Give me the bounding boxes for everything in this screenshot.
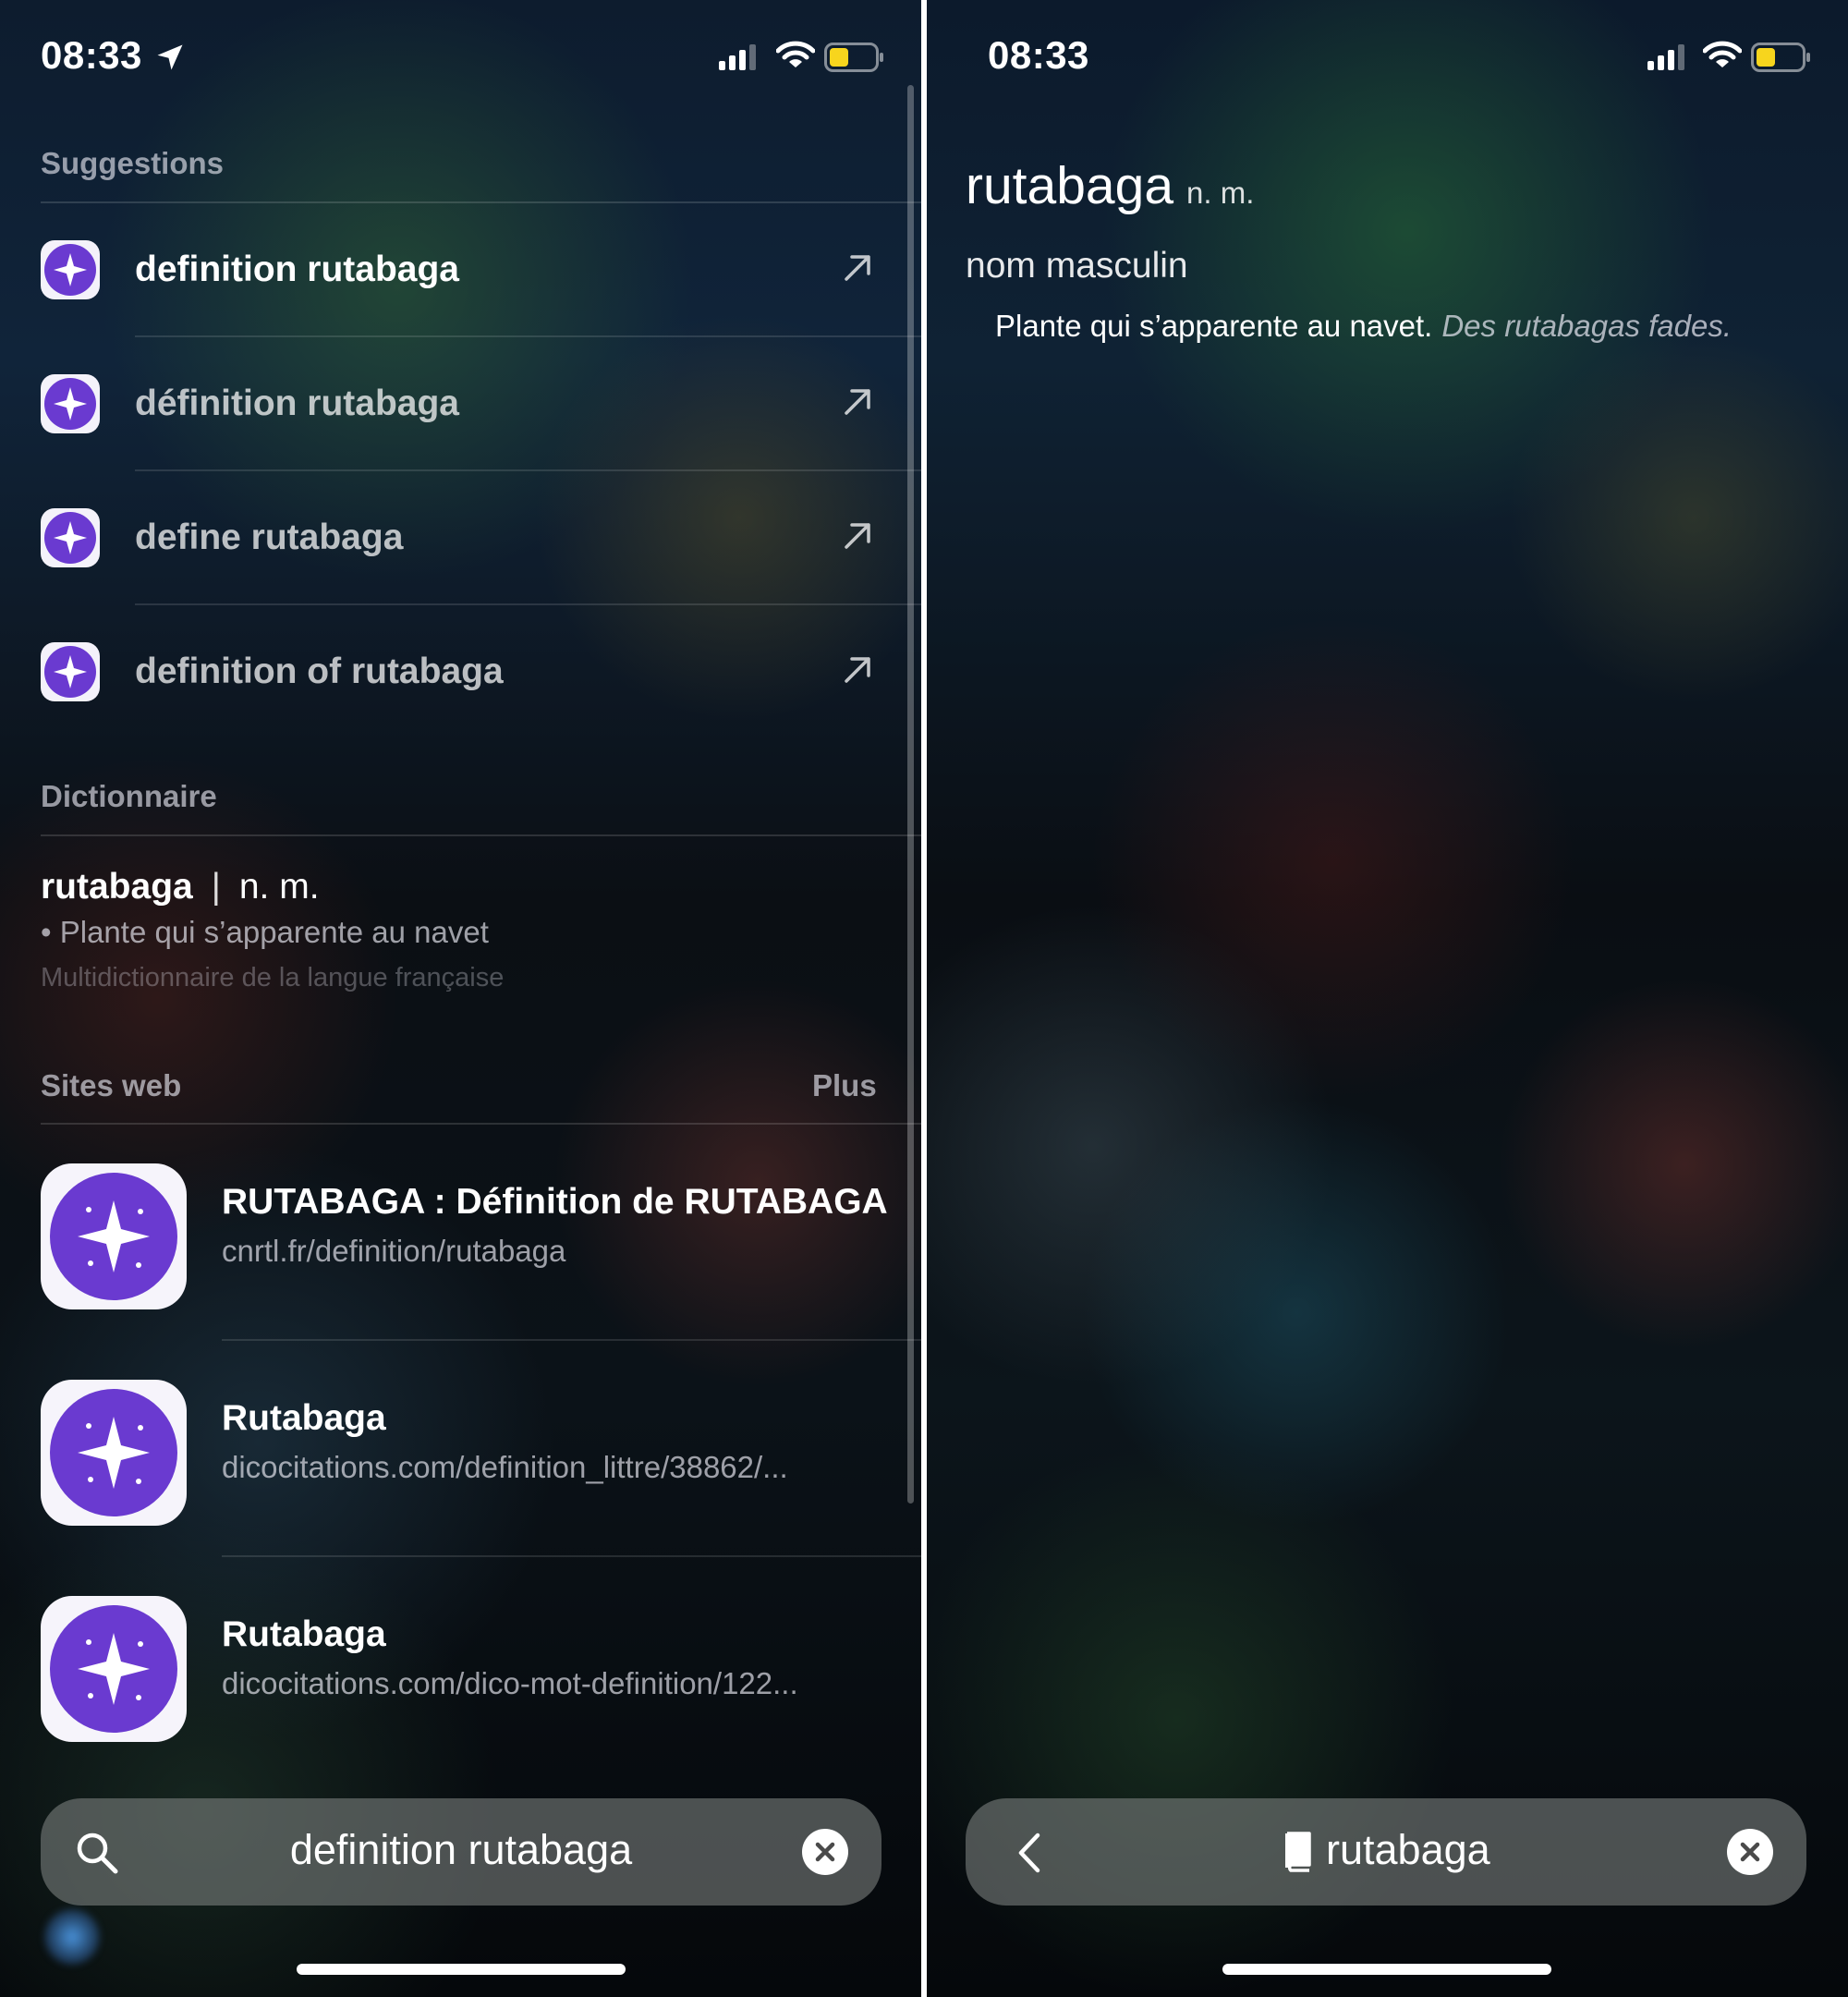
- sparkle-app-icon: [41, 1380, 187, 1526]
- entry-pos: n. m.: [1186, 176, 1255, 210]
- dictionary-entry-title: rutabaga | n. m.: [41, 867, 320, 907]
- status-bar: 08:33: [927, 31, 1848, 83]
- book-icon: [1285, 1832, 1311, 1872]
- scrollbar[interactable]: [907, 85, 914, 1504]
- sparkle-app-icon: [41, 1596, 187, 1742]
- arrow-up-right-icon: [845, 255, 870, 281]
- search-bar[interactable]: definition rutabaga: [41, 1798, 881, 1906]
- clear-x-icon: [1740, 1842, 1760, 1862]
- search-bar[interactable]: rutabaga: [966, 1798, 1806, 1906]
- blurred-background-icon: [44, 1909, 100, 1965]
- sparkle-app-icon: [41, 508, 100, 567]
- suggestions-header: Suggestions: [41, 146, 225, 180]
- sparkle-app-icon: [41, 374, 100, 433]
- website-title: Rutabaga: [222, 1398, 386, 1438]
- sparkle-app-icon: [41, 1163, 187, 1309]
- dictionary-separator: |: [211, 867, 221, 907]
- website-result[interactable]: RUTABAGA : Définition de RUTABAGA cnrtl.…: [0, 1125, 921, 1341]
- website-url: cnrtl.fr/definition/rutabaga: [222, 1234, 566, 1268]
- battery-icon: [824, 43, 883, 72]
- status-time: 08:33: [41, 33, 142, 77]
- clear-search-button[interactable]: [1727, 1829, 1773, 1875]
- dictionary-source: Multidictionnaire de la langue française: [41, 963, 505, 992]
- sparkle-app-icon: [41, 642, 100, 701]
- home-indicator[interactable]: [1222, 1964, 1551, 1975]
- signal-icon: [1647, 44, 1684, 70]
- entry-definition: Plante qui s’apparente au navet.: [995, 309, 1433, 343]
- dictionary-definition: • Plante qui s’apparente au navet: [41, 915, 489, 949]
- entry-word: rutabaga: [966, 156, 1174, 215]
- clear-search-button[interactable]: [802, 1829, 848, 1875]
- suggestion-label: definition of rutabaga: [135, 651, 504, 691]
- suggestion-label: definition rutabaga: [135, 250, 459, 289]
- home-indicator[interactable]: [297, 1964, 626, 1975]
- dictionary-pos: n. m.: [238, 867, 320, 907]
- status-time: 08:33: [988, 33, 1089, 77]
- entry-example: Des rutabagas fades.: [1441, 309, 1732, 343]
- suggestion-item[interactable]: define rutabaga: [0, 471, 921, 605]
- dictionary-header: Dictionnaire: [41, 779, 217, 813]
- wifi-icon: [1703, 41, 1742, 67]
- website-result[interactable]: Rutabaga dicocitations.com/dico-mot-defi…: [0, 1557, 921, 1773]
- arrow-up-right-icon: [845, 523, 870, 549]
- divider: [41, 834, 921, 836]
- arrow-up-right-icon: [845, 389, 870, 415]
- website-url: dicocitations.com/dico-mot-definition/12…: [222, 1666, 798, 1700]
- wifi-icon: [776, 41, 815, 67]
- chevron-left-icon[interactable]: [1012, 1830, 1049, 1876]
- search-input[interactable]: rutabaga: [1326, 1826, 1490, 1874]
- dictionary-detail-panel: 08:33 rutabaga n. m. nom masculin Plante …: [927, 0, 1848, 1997]
- location-arrow-icon: [157, 44, 183, 70]
- status-bar: 08:33: [0, 31, 921, 83]
- entry-definition-line: Plante qui s’apparente au navet. Des ruta…: [995, 309, 1732, 344]
- suggestion-item[interactable]: définition rutabaga: [0, 337, 921, 471]
- more-button[interactable]: Plus: [812, 1068, 877, 1103]
- arrow-up-right-icon: [845, 657, 870, 683]
- dictionary-word: rutabaga: [41, 867, 193, 907]
- website-url: dicocitations.com/definition_littre/3886…: [222, 1450, 788, 1484]
- search-input[interactable]: definition rutabaga: [41, 1826, 881, 1874]
- suggestion-label: define rutabaga: [135, 518, 404, 557]
- suggestion-item[interactable]: definition of rutabaga: [0, 605, 921, 739]
- website-title: Rutabaga: [222, 1614, 386, 1654]
- battery-icon: [1751, 43, 1810, 72]
- suggestion-item[interactable]: definition rutabaga: [0, 203, 921, 337]
- entry-headword-line: rutabaga n. m.: [966, 155, 1254, 216]
- sparkle-app-icon: [41, 240, 100, 299]
- website-title: RUTABAGA : Définition de RUTABAGA: [222, 1182, 888, 1222]
- spotlight-results-panel: 08:33 Suggestions definition rutabaga dé…: [0, 0, 921, 1997]
- suggestion-label: définition rutabaga: [135, 384, 459, 423]
- entry-type: nom masculin: [966, 246, 1188, 286]
- website-result[interactable]: Rutabaga dicocitations.com/definition_li…: [0, 1341, 921, 1557]
- websites-header: Sites web: [41, 1068, 182, 1102]
- signal-icon: [719, 44, 756, 70]
- clear-x-icon: [815, 1842, 835, 1862]
